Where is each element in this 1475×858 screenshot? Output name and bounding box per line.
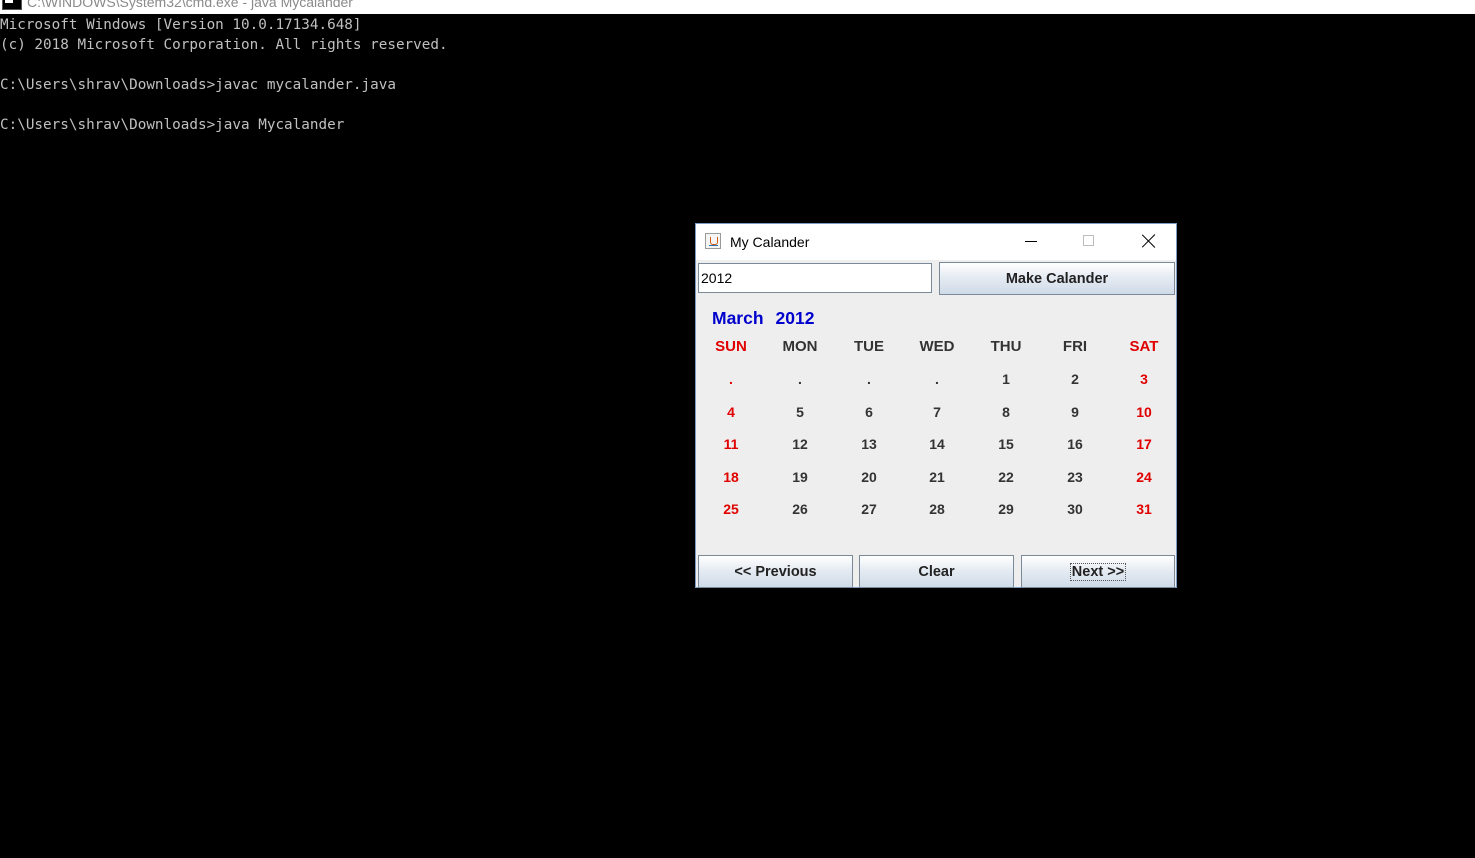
year-label: 2012	[775, 308, 815, 328]
calendar-window: My Calander Make Calander March2012 SUNM…	[695, 223, 1177, 588]
console-title: C:\WINDOWS\System32\cmd.exe - java Mycal…	[27, 0, 353, 10]
day-cell: 13	[861, 436, 877, 452]
weekday-header: THU	[990, 338, 1022, 355]
day-cell: 20	[861, 469, 877, 485]
day-cell: 5	[796, 404, 804, 420]
day-cell: 17	[1136, 436, 1152, 452]
window-title: My Calander	[730, 234, 810, 250]
console-titlebar: C:\WINDOWS\System32\cmd.exe - java Mycal…	[0, 0, 1475, 14]
day-cell: 21	[929, 469, 945, 485]
day-cell: 26	[792, 501, 808, 517]
day-cell: .	[935, 371, 939, 387]
day-cell: .	[867, 371, 871, 387]
day-cell: 25	[723, 501, 739, 517]
minimize-button[interactable]	[1002, 224, 1060, 260]
day-cell: 23	[1067, 469, 1083, 485]
day-cell: 28	[929, 501, 945, 517]
previous-button[interactable]: << Previous	[698, 555, 853, 588]
next-button[interactable]: Next >>	[1021, 555, 1175, 588]
console-line: (c) 2018 Microsoft Corporation. All righ…	[0, 37, 448, 53]
day-cell: 12	[792, 436, 808, 452]
weekday-header: TUE	[854, 338, 884, 355]
day-cell: 18	[723, 469, 739, 485]
day-cell: 6	[865, 404, 873, 420]
day-cell: 2	[1071, 371, 1079, 387]
weekday-header: SUN	[715, 338, 747, 355]
month-label: March	[712, 308, 764, 328]
day-cell: .	[798, 371, 802, 387]
close-icon	[1142, 234, 1156, 248]
console-output: Microsoft Windows [Version 10.0.17134.64…	[0, 15, 448, 135]
day-cell: 16	[1067, 436, 1083, 452]
weekday-header: SAT	[1129, 338, 1159, 355]
month-year-header: March 2012	[712, 308, 814, 329]
day-cell: 7	[933, 404, 941, 420]
day-cell: 11	[723, 436, 739, 452]
minimize-icon	[1025, 241, 1037, 242]
day-cell: 15	[998, 436, 1014, 452]
maximize-icon	[1083, 235, 1094, 246]
year-input[interactable]	[698, 263, 932, 293]
day-cell: 19	[792, 469, 808, 485]
maximize-button[interactable]	[1060, 224, 1118, 260]
day-cell: 24	[1136, 469, 1152, 485]
day-cell: 22	[998, 469, 1014, 485]
day-cell: 1	[1002, 371, 1010, 387]
day-cell: 8	[1002, 404, 1010, 420]
console-icon	[2, 0, 22, 10]
day-cell: 9	[1071, 404, 1079, 420]
weekday-header: WED	[919, 338, 955, 355]
clear-button[interactable]: Clear	[859, 555, 1014, 588]
day-cell: .	[729, 371, 733, 387]
console-line: Microsoft Windows [Version 10.0.17134.64…	[0, 17, 362, 33]
day-cell: 31	[1136, 501, 1152, 517]
day-cell: 30	[1067, 501, 1083, 517]
next-button-label: Next >>	[1069, 562, 1127, 581]
console-line: C:\Users\shrav\Downloads>javac mycalande…	[0, 77, 396, 93]
window-titlebar[interactable]: My Calander	[696, 224, 1176, 260]
weekday-header: FRI	[1062, 338, 1088, 355]
console-line: C:\Users\shrav\Downloads>java Mycalander	[0, 117, 345, 133]
make-calander-button[interactable]: Make Calander	[939, 262, 1175, 295]
java-icon	[705, 233, 721, 249]
close-button[interactable]	[1120, 224, 1178, 260]
day-cell: 14	[929, 436, 945, 452]
day-cell: 3	[1140, 371, 1148, 387]
weekday-header: MON	[782, 338, 818, 355]
day-cell: 4	[727, 404, 735, 420]
day-cell: 29	[998, 501, 1014, 517]
day-cell: 10	[1136, 404, 1152, 420]
day-cell: 27	[861, 501, 877, 517]
